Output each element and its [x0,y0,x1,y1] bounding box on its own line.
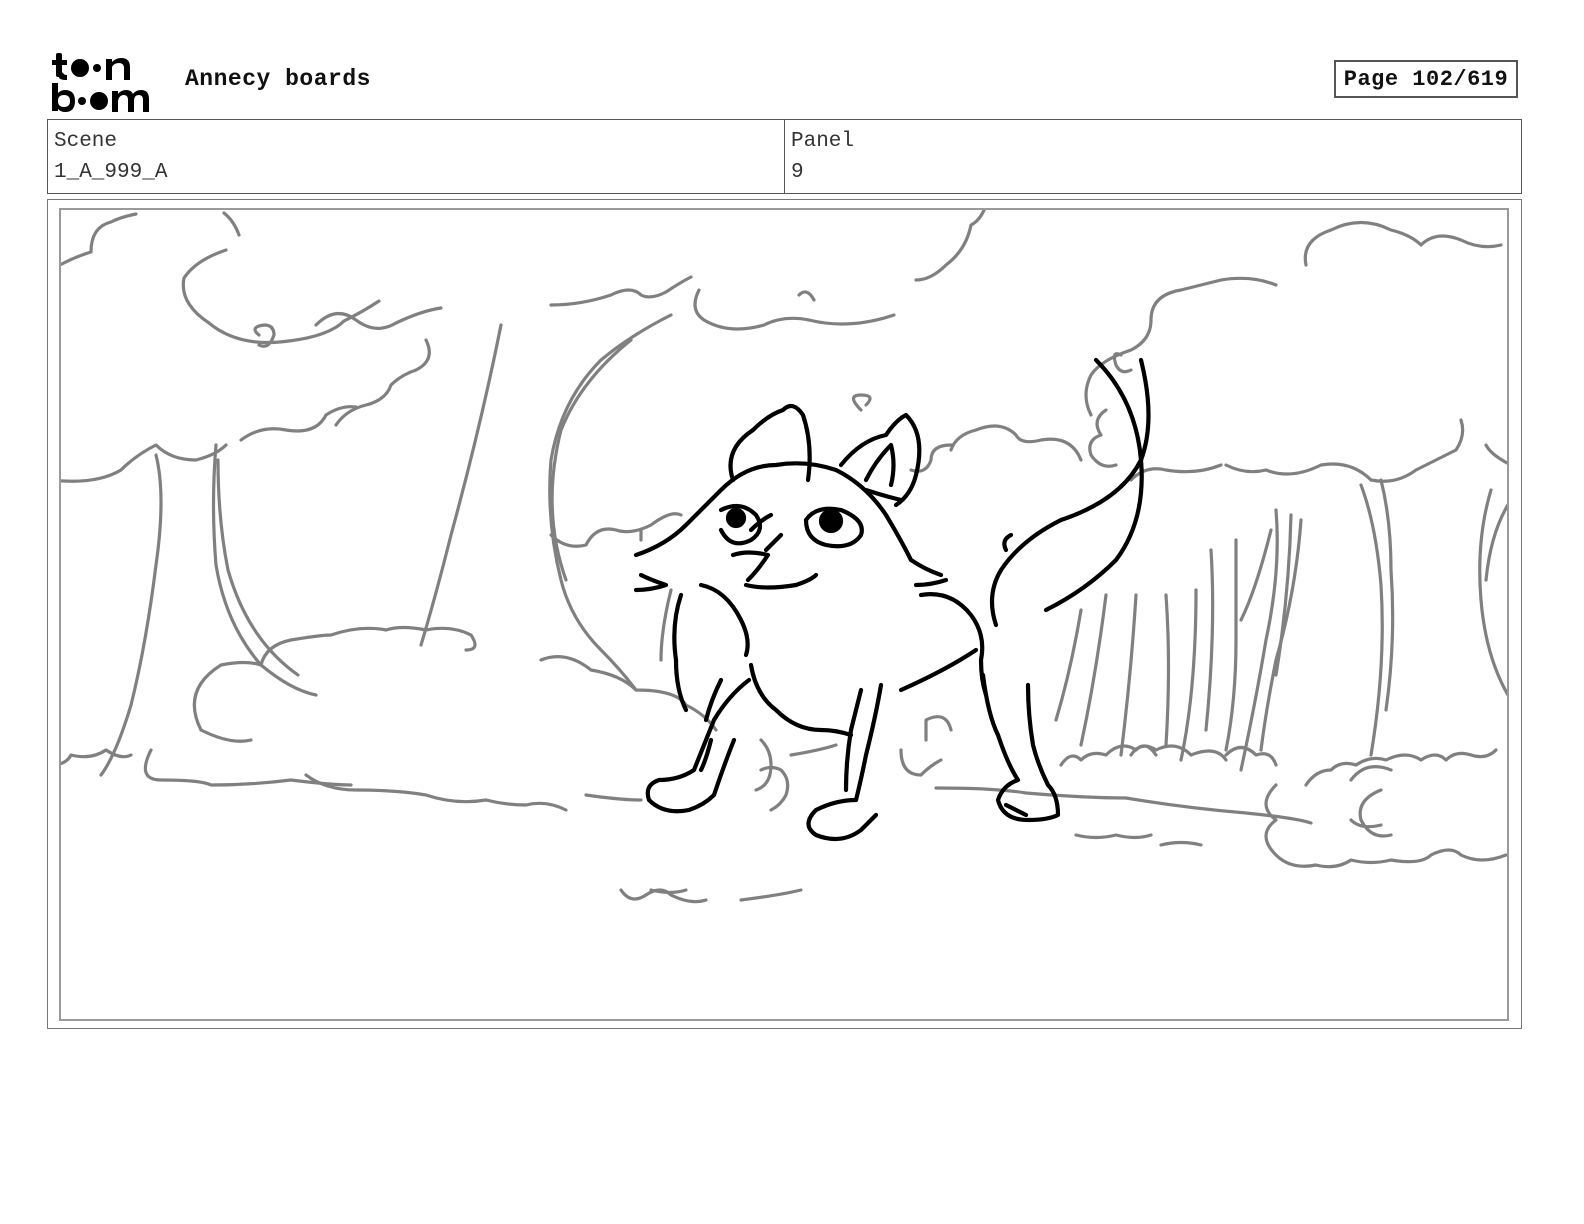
scene-value: 1_A_999_A [54,161,168,184]
fox-sketch [633,357,1151,842]
panel-label: Panel [791,130,855,153]
toon-boom-logo [50,50,166,112]
page-indicator: Page 102/619 [1334,60,1518,98]
scene-label: Scene [54,130,118,153]
panel-value: 9 [791,161,804,184]
project-title: Annecy boards [185,66,371,92]
storyboard-panel [47,199,1522,1029]
scene-cell: Scene 1_A_999_A [48,120,784,193]
scene-panel-info: Scene 1_A_999_A Panel 9 [47,119,1522,194]
sketch-fox-forest-icon [61,210,1507,904]
panel-drawing-area [59,208,1509,1021]
panel-cell: Panel 9 [784,120,1521,193]
background-sketch [61,210,1507,904]
